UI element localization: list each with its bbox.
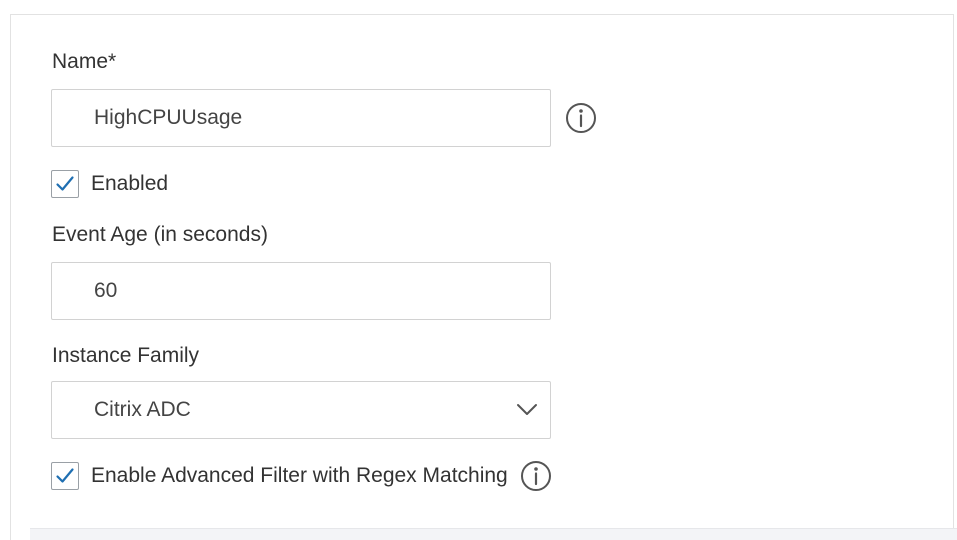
enabled-label: Enabled bbox=[91, 172, 169, 195]
enabled-checkbox-row[interactable]: Enabled bbox=[51, 169, 168, 199]
name-input-value: HighCPUUsage bbox=[94, 106, 243, 129]
advanced-filter-checkbox[interactable] bbox=[51, 462, 79, 490]
advanced-filter-checkbox-row[interactable]: Enable Advanced Filter with Regex Matchi… bbox=[51, 461, 552, 491]
instance-family-select[interactable]: Citrix ADC bbox=[51, 381, 551, 439]
name-label: Name* bbox=[52, 50, 117, 73]
info-icon[interactable] bbox=[520, 460, 552, 492]
instance-family-label: Instance Family bbox=[52, 344, 200, 367]
info-icon[interactable] bbox=[565, 102, 597, 134]
page: Name* HighCPUUsage Enabled Event Age (in… bbox=[0, 0, 957, 540]
instance-family-selected-value: Citrix ADC bbox=[94, 398, 191, 421]
event-age-label: Event Age (in seconds) bbox=[52, 223, 268, 246]
chevron-down-icon bbox=[517, 404, 537, 415]
footer-band bbox=[30, 528, 957, 540]
event-age-input[interactable]: 60 bbox=[51, 262, 551, 320]
enabled-checkbox[interactable] bbox=[51, 170, 79, 198]
event-age-input-value: 60 bbox=[94, 279, 118, 302]
checkmark-icon bbox=[56, 468, 74, 483]
checkmark-icon bbox=[56, 176, 74, 191]
advanced-filter-label: Enable Advanced Filter with Regex Matchi… bbox=[91, 464, 508, 487]
name-input[interactable]: HighCPUUsage bbox=[51, 89, 551, 147]
